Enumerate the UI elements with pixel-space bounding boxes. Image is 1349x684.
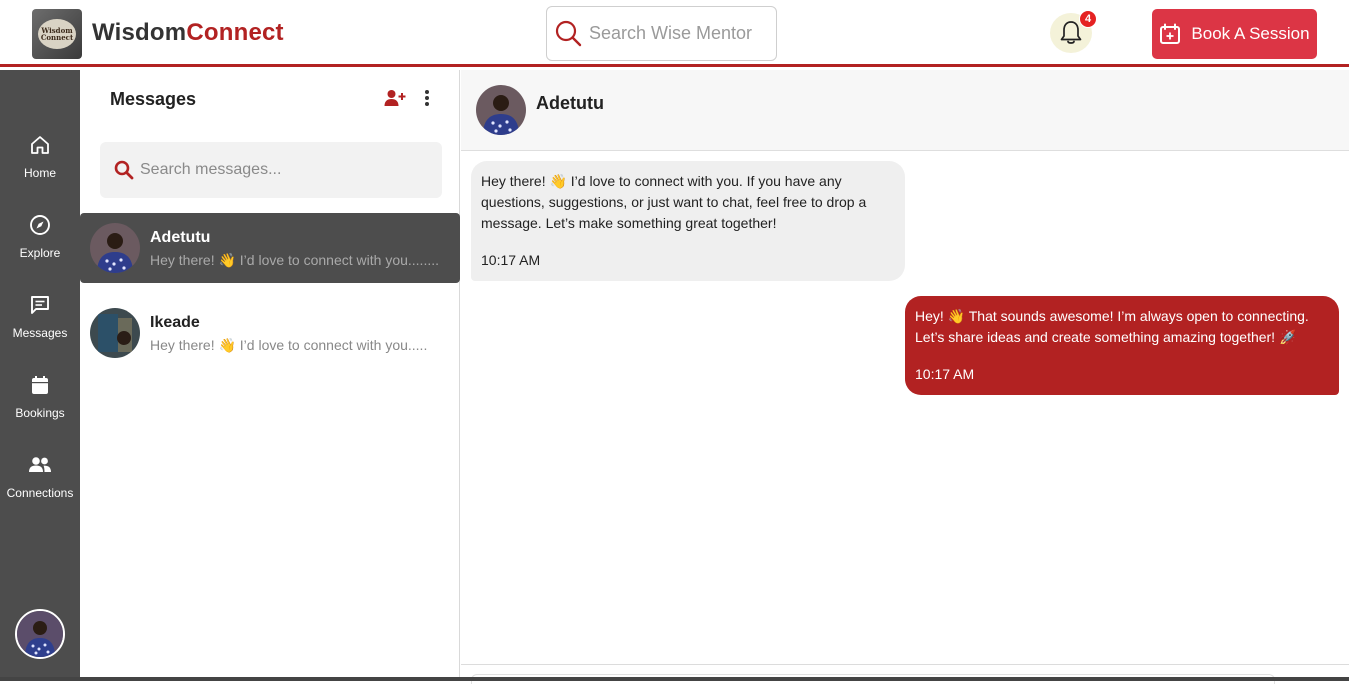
calendar-icon <box>32 376 48 394</box>
message-time: 10:17 AM <box>915 366 975 382</box>
nav-messages-label: Messages <box>12 326 68 340</box>
left-nav: Home Explore Messages Bookings Connectio… <box>0 70 80 681</box>
more-options-button[interactable] <box>420 89 434 112</box>
calendar-plus-icon <box>1160 23 1181 44</box>
bell-icon <box>1060 21 1082 44</box>
message-time: 10:17 AM <box>481 252 541 268</box>
conversation-name: Ikeade <box>150 314 200 331</box>
conversation-preview: Hey there! 👋 I’d love to connect with yo… <box>150 337 428 353</box>
outgoing-message: Hey! 👋 That sounds awesome! I’m always o… <box>905 296 1339 395</box>
logo-text: Wisdom Connect <box>38 19 76 49</box>
message-text: Hey there! 👋 I’d love to connect with yo… <box>481 173 867 231</box>
messages-search-input[interactable] <box>140 161 430 179</box>
chat-header: Adetutu <box>461 70 1349 151</box>
conversation-item[interactable]: Adetutu Hey there! 👋 I’d love to connect… <box>80 213 460 283</box>
composer-divider <box>461 664 1349 665</box>
users-icon <box>29 457 51 472</box>
avatar <box>90 308 140 358</box>
conversation-name: Adetutu <box>150 229 211 246</box>
messages-title: Messages <box>110 89 197 109</box>
conversation-item[interactable]: Ikeade Hey there! 👋 I’d love to connect … <box>80 298 460 368</box>
user-avatar[interactable] <box>15 609 65 659</box>
avatar-image <box>17 611 63 657</box>
nav-connections-label: Connections <box>6 486 74 500</box>
brand-name[interactable]: WisdomConnect <box>92 19 284 47</box>
message-icon <box>31 296 49 314</box>
nav-explore[interactable]: Explore <box>0 214 80 284</box>
nav-messages[interactable]: Messages <box>0 294 80 364</box>
avatar[interactable] <box>476 85 526 135</box>
nav-home[interactable]: Home <box>0 134 80 204</box>
logo[interactable]: Wisdom Connect <box>32 9 82 59</box>
search-icon <box>114 160 134 180</box>
brand-part-1: Wisdom <box>92 19 187 46</box>
top-header: Wisdom Connect WisdomConnect 4 Book A Se… <box>0 0 1349 67</box>
kebab-menu-icon <box>425 90 429 106</box>
nav-connections[interactable]: Connections <box>0 454 80 524</box>
incoming-message: Hey there! 👋 I’d love to connect with yo… <box>471 161 905 281</box>
chat-contact-name: Adetutu <box>536 93 604 113</box>
brand-part-2: Connect <box>186 19 284 46</box>
chat-area: Adetutu Hey there! 👋 I’d love to connect… <box>461 70 1349 684</box>
nav-bookings-label: Bookings <box>15 406 65 420</box>
bottom-edge <box>0 677 1349 681</box>
compass-icon <box>30 215 50 235</box>
notification-badge: 4 <box>1079 10 1097 28</box>
nav-explore-label: Explore <box>19 246 61 260</box>
book-session-button[interactable]: Book A Session <box>1152 9 1317 59</box>
search-icon <box>555 20 582 46</box>
add-contact-button[interactable] <box>384 89 406 112</box>
message-text: Hey! 👋 That sounds awesome! I’m always o… <box>915 308 1309 345</box>
conversation-preview: Hey there! 👋 I’d love to connect with yo… <box>150 252 440 268</box>
book-session-label: Book A Session <box>1191 24 1310 43</box>
avatar <box>90 223 140 273</box>
mentor-search <box>546 6 777 61</box>
mentor-search-input[interactable] <box>589 23 769 44</box>
messages-panel: Messages Ad <box>80 70 460 681</box>
add-user-icon <box>384 90 406 106</box>
home-icon <box>31 136 49 154</box>
messages-search <box>100 142 442 198</box>
nav-bookings[interactable]: Bookings <box>0 374 80 444</box>
nav-home-label: Home <box>23 166 56 180</box>
